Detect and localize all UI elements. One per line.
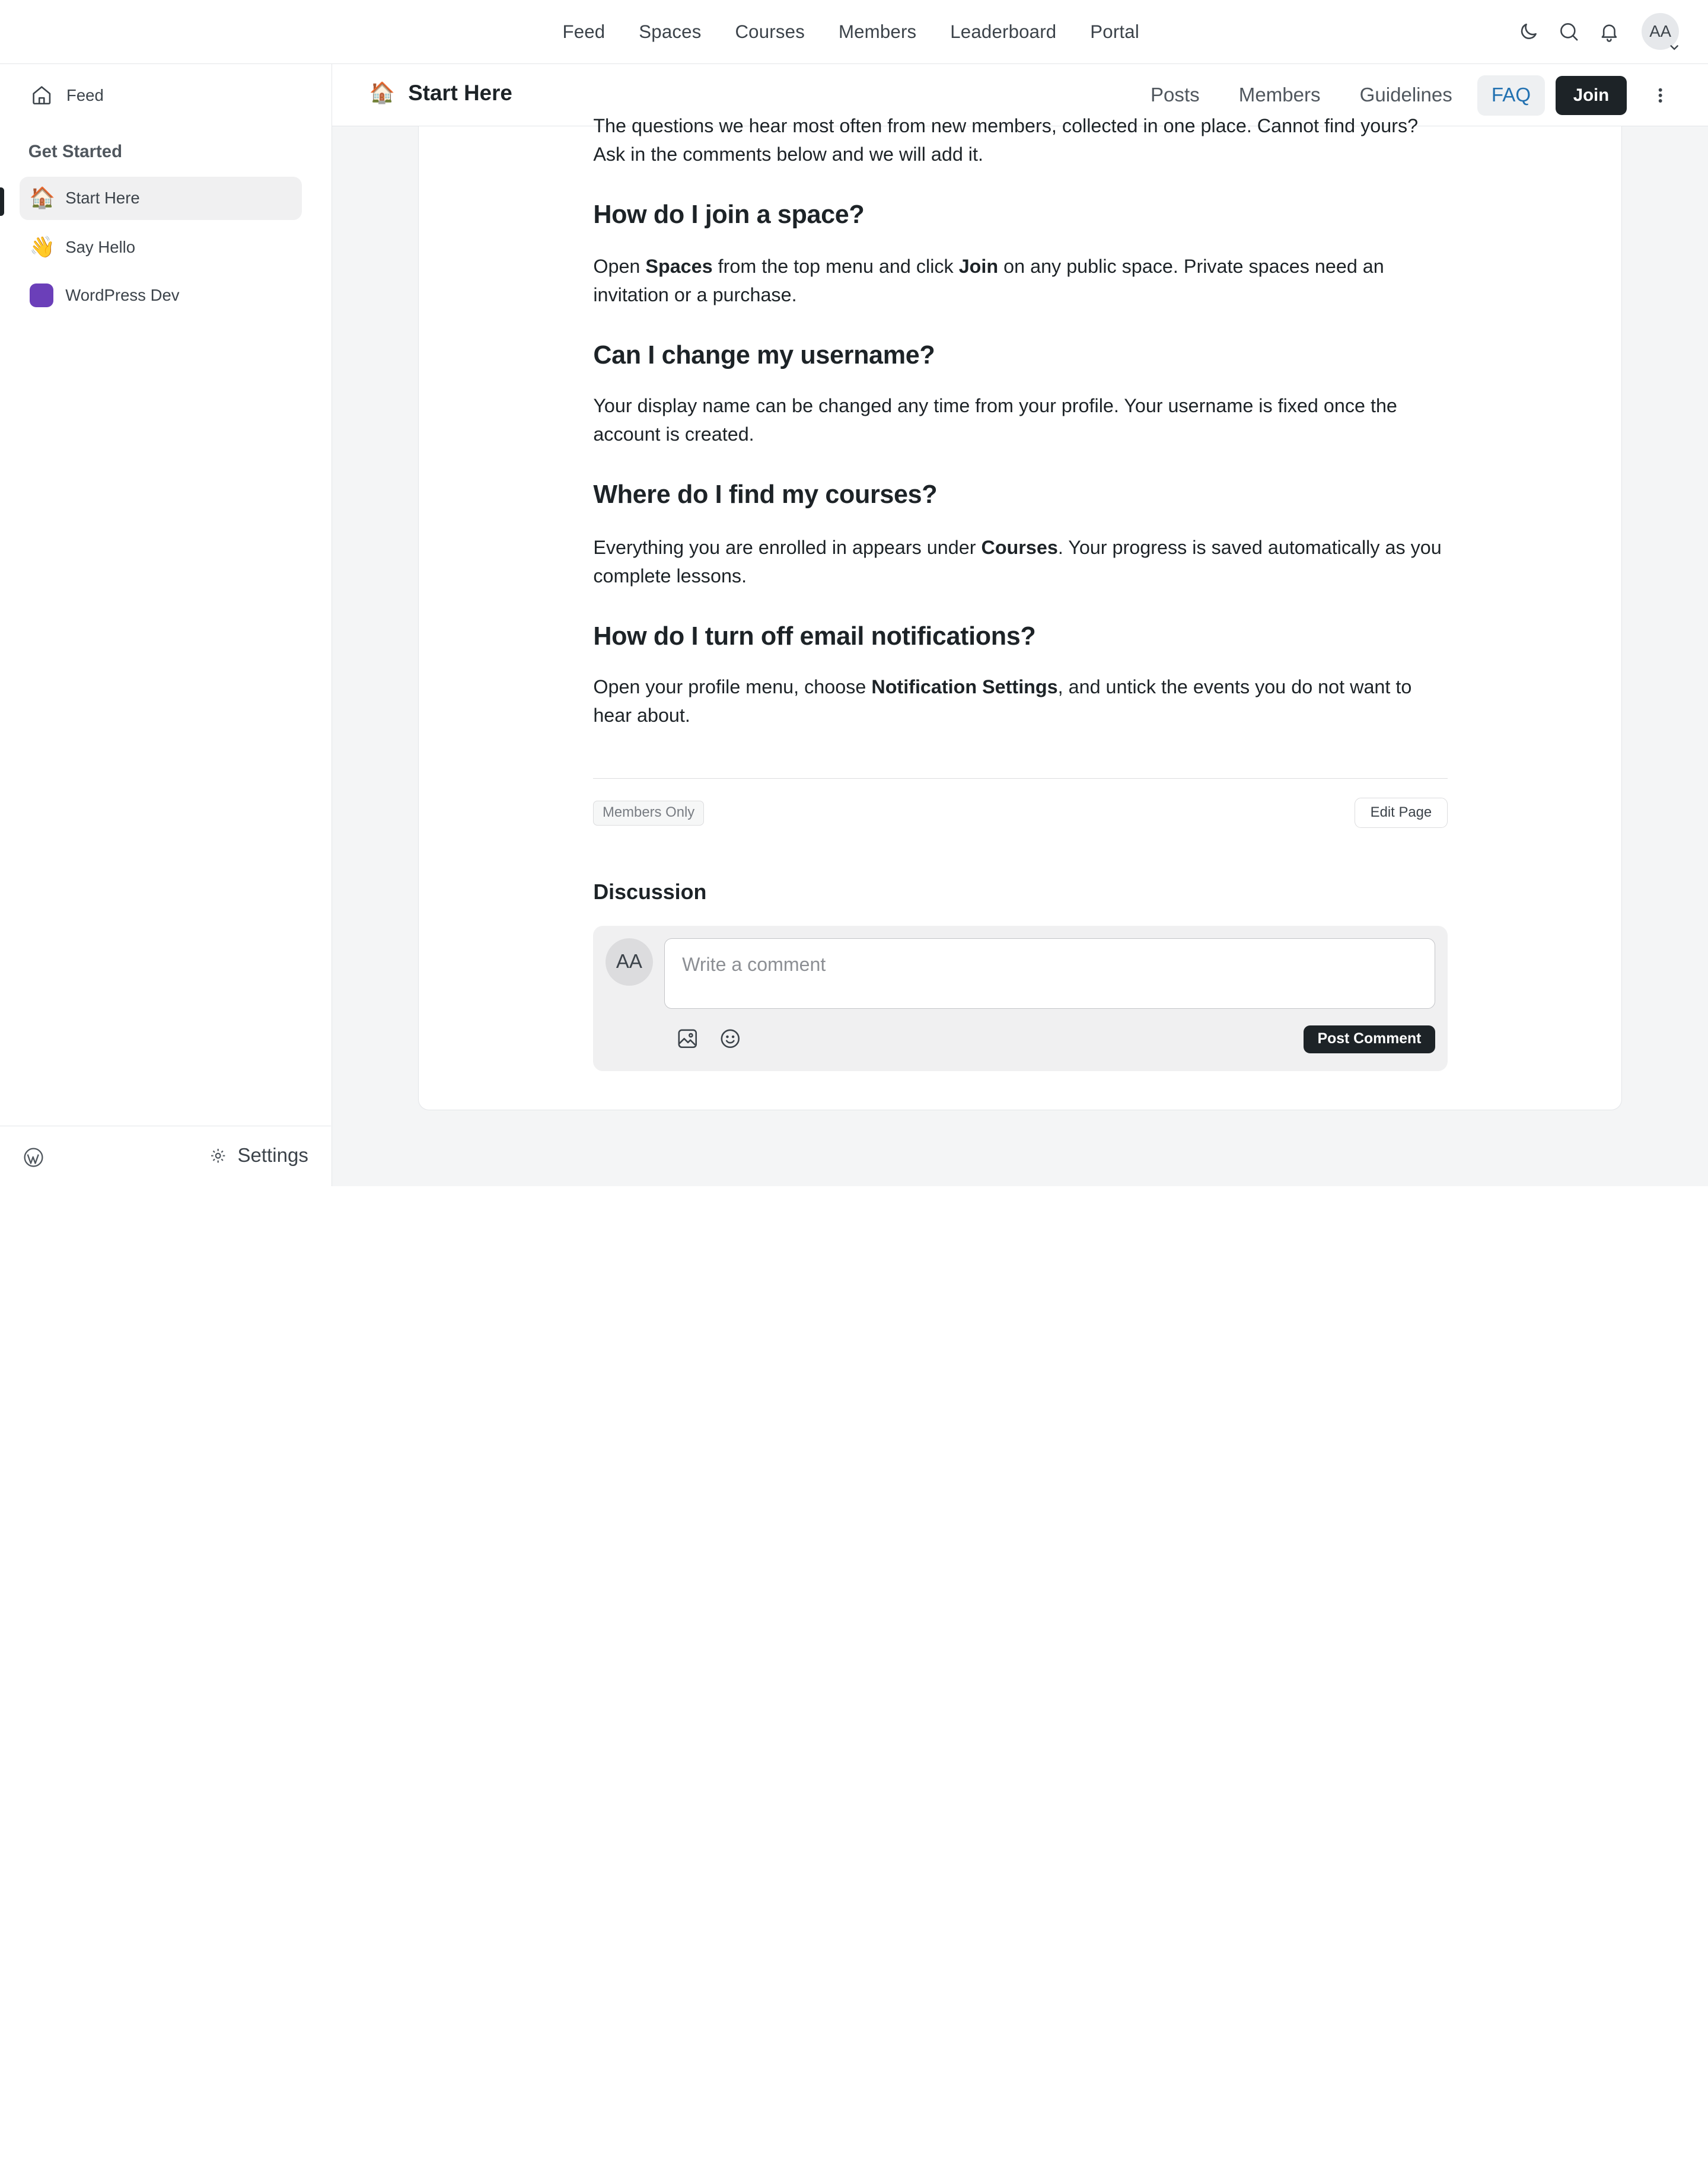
emoji-icon[interactable] [719, 1027, 742, 1050]
sidebar-item-wordpress-dev[interactable]: WordPress Dev [20, 273, 302, 317]
discussion-title: Discussion [593, 880, 707, 904]
app-root: Feed Spaces Courses Members Leaderboard … [0, 0, 1708, 1187]
dark-mode-moon-icon[interactable] [1518, 21, 1540, 43]
avatar-initials: AA [1649, 22, 1671, 41]
space-tabs: Posts Members Guidelines FAQ Join [1131, 75, 1708, 116]
sidebar-item-label: Feed [66, 85, 104, 104]
top-bar: Feed Spaces Courses Members Leaderboard … [0, 0, 1708, 65]
tab-faq[interactable]: FAQ [1477, 75, 1545, 116]
settings-button[interactable]: Settings [209, 1145, 308, 1167]
join-button[interactable]: Join [1556, 75, 1627, 115]
edit-page-button[interactable]: Edit Page [1355, 797, 1448, 829]
intro-line-1: The questions we hear most often from ne… [593, 115, 1419, 137]
notifications-bell-icon[interactable] [1598, 21, 1620, 43]
intro-text: The questions we hear most often from ne… [593, 112, 1418, 169]
sidebar-item-label: Start Here [65, 189, 140, 208]
visibility-badge: Members Only [593, 801, 704, 826]
tab-guidelines[interactable]: Guidelines [1340, 75, 1472, 116]
sidebar-item-start-here[interactable]: 🏠 Start Here [20, 176, 302, 221]
faq-answer-1: Open Spaces from the top menu and click … [593, 256, 1384, 305]
post-comment-button[interactable]: Post Comment [1303, 1025, 1436, 1054]
comment-composer: AA Post Comment [593, 926, 1448, 1071]
house-emoji-icon: 🏠 [369, 81, 396, 105]
faq-question-2: Can I change my username? [593, 340, 935, 369]
faq-question-1: How do I join a space? [593, 200, 865, 229]
space-title-text: Start Here [408, 80, 512, 105]
comment-input[interactable] [664, 938, 1436, 1009]
topnav-leaderboard[interactable]: Leaderboard [950, 21, 1056, 43]
waving-hand-emoji-icon: 👋 [29, 235, 56, 259]
sidebar-footer: Settings [0, 1125, 332, 1187]
content-card: The questions we hear most often from ne… [418, 115, 1623, 1110]
space-title: 🏠 Start Here [369, 81, 512, 106]
settings-label: Settings [237, 1144, 308, 1167]
topnav-portal[interactable]: Portal [1090, 21, 1139, 43]
faq-question-4: How do I turn off email notifications? [593, 622, 1036, 651]
house-emoji-icon: 🏠 [29, 186, 56, 210]
more-options-icon[interactable] [1649, 84, 1671, 106]
faq-question-3: Where do I find my courses? [593, 480, 938, 509]
home-icon [33, 86, 51, 105]
image-upload-icon[interactable] [676, 1027, 699, 1050]
divider [593, 778, 1448, 779]
sidebar-item-feed[interactable]: Feed [30, 84, 104, 107]
sidebar-item-label: Say Hello [65, 237, 136, 256]
comment-tools [676, 1027, 741, 1050]
topnav-spaces[interactable]: Spaces [639, 21, 701, 43]
faq-answer-3: Everything you are enrolled in appears u… [593, 537, 1442, 587]
search-icon[interactable] [1558, 21, 1580, 43]
topnav-courses[interactable]: Courses [735, 21, 805, 43]
sidebar: Feed Get Started 🏠 Start Here 👋 Say Hell… [0, 64, 333, 1187]
sidebar-item-say-hello[interactable]: 👋 Say Hello [20, 225, 302, 269]
gear-icon [211, 1149, 225, 1163]
tab-members[interactable]: Members [1219, 75, 1340, 116]
user-avatar-menu[interactable]: AA [1642, 13, 1679, 50]
topnav-feed[interactable]: Feed [562, 21, 605, 43]
faq-answer-2: Your display name can be changed any tim… [593, 395, 1397, 445]
topnav-members[interactable]: Members [839, 21, 916, 43]
chevron-down-icon [1670, 44, 1679, 50]
space-color-icon [29, 283, 53, 308]
avatar: AA [605, 938, 654, 986]
top-icons: AA [1518, 13, 1679, 50]
tab-posts[interactable]: Posts [1131, 75, 1219, 116]
active-indicator [0, 187, 5, 216]
top-nav: Feed Spaces Courses Members Leaderboard … [0, 0, 1708, 64]
faq-answer-4: Open your profile menu, choose Notificat… [593, 676, 1412, 727]
intro-line-2: Ask in the comments below and we will ad… [593, 143, 983, 165]
wordpress-logo-icon[interactable] [24, 1148, 43, 1167]
sidebar-item-label: WordPress Dev [65, 285, 180, 304]
sidebar-group-title: Get Started [28, 141, 123, 161]
